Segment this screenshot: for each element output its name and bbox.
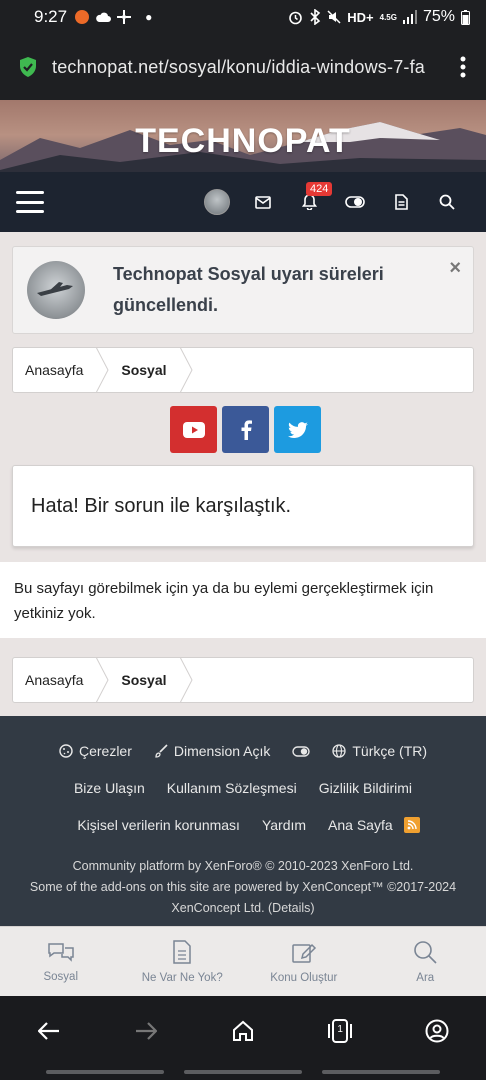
youtube-icon [182, 421, 205, 438]
battery-percent: 75% [422, 8, 455, 25]
copyright-xenconcept-details[interactable]: XenConcept Ltd. (Details) [0, 898, 486, 919]
facebook-icon [241, 419, 252, 440]
site-footer: Çerezler Dimension Açık Türkçe (TR) Bize… [0, 716, 486, 926]
tabs-icon[interactable]: 1 [320, 1011, 360, 1051]
youtube-button[interactable] [170, 406, 217, 453]
copyright-xenconcept: Some of the add-ons on this site are pow… [29, 880, 457, 894]
inbox-button[interactable] [240, 179, 286, 225]
chevron-right-icon [179, 347, 193, 393]
document-icon [173, 939, 191, 964]
alerts-button[interactable]: 424 [286, 179, 333, 225]
chevron-right-icon [179, 657, 193, 703]
alarm-icon [289, 11, 303, 24]
avatar [204, 189, 230, 215]
bottom-nav-search[interactable]: Ara [365, 927, 486, 996]
status-bar: 9:27 ● HD+ 4.5G 75% [0, 0, 486, 34]
envelope-icon [255, 195, 271, 209]
error-message: Bu sayfayı görebilmek için ya da bu eyle… [0, 562, 486, 638]
privacy-link[interactable]: Gizlilik Bildirimi [319, 780, 412, 796]
paintbrush-icon [155, 744, 168, 758]
notice-text: Technopat Sosyal uyarı süreleri güncelle… [113, 264, 384, 315]
rss-icon[interactable] [403, 817, 420, 833]
site-logo[interactable]: TECHNOPAT [0, 122, 486, 161]
mute-icon [327, 10, 341, 24]
breadcrumb-home[interactable]: Anasayfa [13, 348, 95, 392]
status-dot-icon: ● [145, 10, 153, 24]
network-type: HD+ [347, 9, 374, 25]
bottom-nav-sosyal[interactable]: Sosyal [0, 927, 122, 996]
cookie-icon [59, 744, 73, 758]
contact-link[interactable]: Bize Ulaşın [74, 780, 145, 796]
tabs-count: 1 [337, 1024, 343, 1035]
breadcrumb-current[interactable]: Sosyal [109, 348, 178, 392]
home-link[interactable]: Ana Sayfa [328, 817, 393, 833]
breadcrumb-current[interactable]: Sosyal [109, 658, 178, 702]
search-icon [414, 940, 437, 964]
cloud-icon [96, 12, 112, 22]
notification-badge: 424 [306, 182, 333, 196]
overflow-menu-icon[interactable] [458, 56, 468, 78]
airplane-icon [37, 282, 73, 296]
chevron-right-icon [95, 657, 109, 703]
bottom-nav-whats-new[interactable]: Ne Var Ne Yok? [122, 927, 244, 996]
close-icon[interactable]: × [449, 257, 461, 280]
app-notification-icon [75, 10, 90, 24]
social-buttons [170, 406, 321, 453]
breadcrumb-bottom: Anasayfa Sosyal [12, 657, 474, 703]
home-icon[interactable] [223, 1011, 263, 1051]
globe-icon [332, 744, 347, 758]
bluetooth-icon [310, 9, 321, 25]
status-time: 9:27 [34, 7, 68, 26]
chevron-right-icon [95, 347, 109, 393]
site-banner: TECHNOPAT [0, 100, 486, 178]
shield-check-icon[interactable] [18, 56, 38, 78]
search-button[interactable] [424, 179, 470, 225]
bottom-navigation: Sosyal Ne Var Ne Yok? Konu Oluştur Ara [0, 926, 486, 996]
signal-icon [402, 10, 417, 24]
edit-icon [292, 943, 316, 963]
twitter-button[interactable] [274, 406, 321, 453]
bell-icon [301, 194, 317, 210]
style-chooser-link[interactable]: Dimension Açık [154, 743, 270, 759]
fan-icon [117, 10, 132, 24]
bottom-nav-new-thread[interactable]: Konu Oluştur [243, 927, 365, 996]
forward-arrow-icon[interactable] [126, 1011, 166, 1051]
site-navbar: 424 [0, 172, 486, 232]
language-chooser-link[interactable]: Türkçe (TR) [332, 743, 427, 759]
twitter-icon [287, 421, 308, 438]
cookies-link[interactable]: Çerezler [59, 743, 132, 759]
notice-avatar [27, 261, 85, 319]
personal-data-link[interactable]: Kişisel verilerin korunması [77, 817, 240, 833]
signal-label: 4.5G [379, 12, 397, 22]
battery-icon [461, 9, 470, 25]
chat-bubbles-icon [48, 942, 74, 962]
terms-link[interactable]: Kullanım Sözleşmesi [167, 780, 297, 796]
breadcrumb: Anasayfa Sosyal [12, 347, 474, 393]
back-arrow-icon[interactable] [29, 1011, 69, 1051]
url-text[interactable]: technopat.net/sosyal/konu/iddia-windows-… [52, 57, 432, 78]
toggle-icon [292, 745, 311, 757]
user-avatar-button[interactable] [194, 179, 240, 225]
whats-new-button[interactable] [378, 179, 424, 225]
error-title: Hata! Bir sorun ile karşılaştık. [31, 494, 292, 517]
help-link[interactable]: Yardım [262, 817, 306, 833]
gesture-handle [0, 1070, 486, 1074]
hamburger-menu-icon[interactable] [16, 191, 44, 213]
theme-toggle-footer[interactable] [292, 745, 311, 757]
theme-toggle-button[interactable] [332, 179, 378, 225]
toggle-icon [345, 196, 365, 208]
system-navigation-bar: 1 [0, 996, 486, 1080]
error-title-box: Hata! Bir sorun ile karşılaştık. [12, 465, 474, 547]
facebook-button[interactable] [222, 406, 269, 453]
document-icon [394, 194, 408, 210]
account-icon[interactable] [417, 1011, 457, 1051]
copyright-xenforo: Community platform by XenForo® © 2010-20… [72, 859, 414, 873]
browser-url-bar[interactable]: technopat.net/sosyal/konu/iddia-windows-… [0, 34, 486, 100]
search-icon [439, 194, 455, 210]
breadcrumb-home[interactable]: Anasayfa [13, 658, 95, 702]
notice-box: Technopat Sosyal uyarı süreleri güncelle… [12, 246, 474, 334]
